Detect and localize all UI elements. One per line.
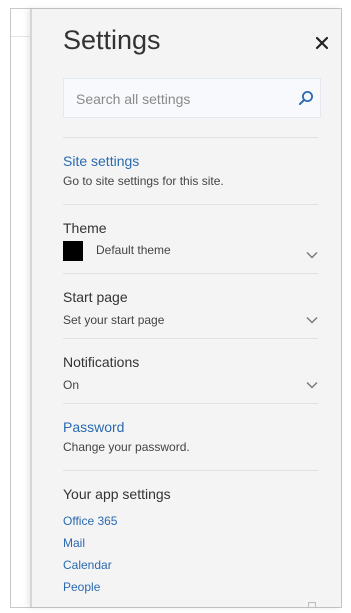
theme-value: Default theme xyxy=(96,243,171,257)
site-settings-description: Go to site settings for this site. xyxy=(63,174,224,188)
divider xyxy=(63,403,318,404)
close-icon[interactable] xyxy=(315,36,329,50)
app-settings-label: Your app settings xyxy=(63,486,171,502)
theme-swatch xyxy=(63,241,83,261)
app-window: Settings Site settings Go to site settin… xyxy=(10,8,342,608)
app-link-people[interactable]: People xyxy=(63,580,100,594)
background-divider xyxy=(11,36,30,37)
app-link-office365[interactable]: Office 365 xyxy=(63,514,117,528)
settings-panel: Settings Site settings Go to site settin… xyxy=(30,9,341,607)
chevron-down-icon[interactable] xyxy=(306,381,318,389)
app-link-calendar[interactable]: Calendar xyxy=(63,558,112,572)
password-link[interactable]: Password xyxy=(63,419,124,435)
divider xyxy=(63,273,318,274)
search-icon[interactable] xyxy=(298,90,314,106)
search-box[interactable] xyxy=(63,78,321,119)
site-settings-link[interactable]: Site settings xyxy=(63,153,139,169)
chevron-down-icon[interactable] xyxy=(306,316,318,324)
start-page-label: Start page xyxy=(63,289,128,305)
theme-label: Theme xyxy=(63,220,107,236)
panel-title: Settings xyxy=(63,25,161,55)
search-input[interactable] xyxy=(74,79,298,119)
scrollbar-handle[interactable] xyxy=(308,602,316,607)
divider xyxy=(63,338,318,339)
divider xyxy=(63,137,318,138)
notifications-value[interactable]: On xyxy=(63,378,79,392)
divider xyxy=(63,470,318,471)
divider xyxy=(63,204,318,205)
start-page-value[interactable]: Set your start page xyxy=(63,313,164,327)
password-description: Change your password. xyxy=(63,440,190,454)
background-page xyxy=(11,9,30,607)
chevron-down-icon[interactable] xyxy=(306,251,318,259)
notifications-label: Notifications xyxy=(63,354,140,370)
app-link-mail[interactable]: Mail xyxy=(63,536,85,550)
